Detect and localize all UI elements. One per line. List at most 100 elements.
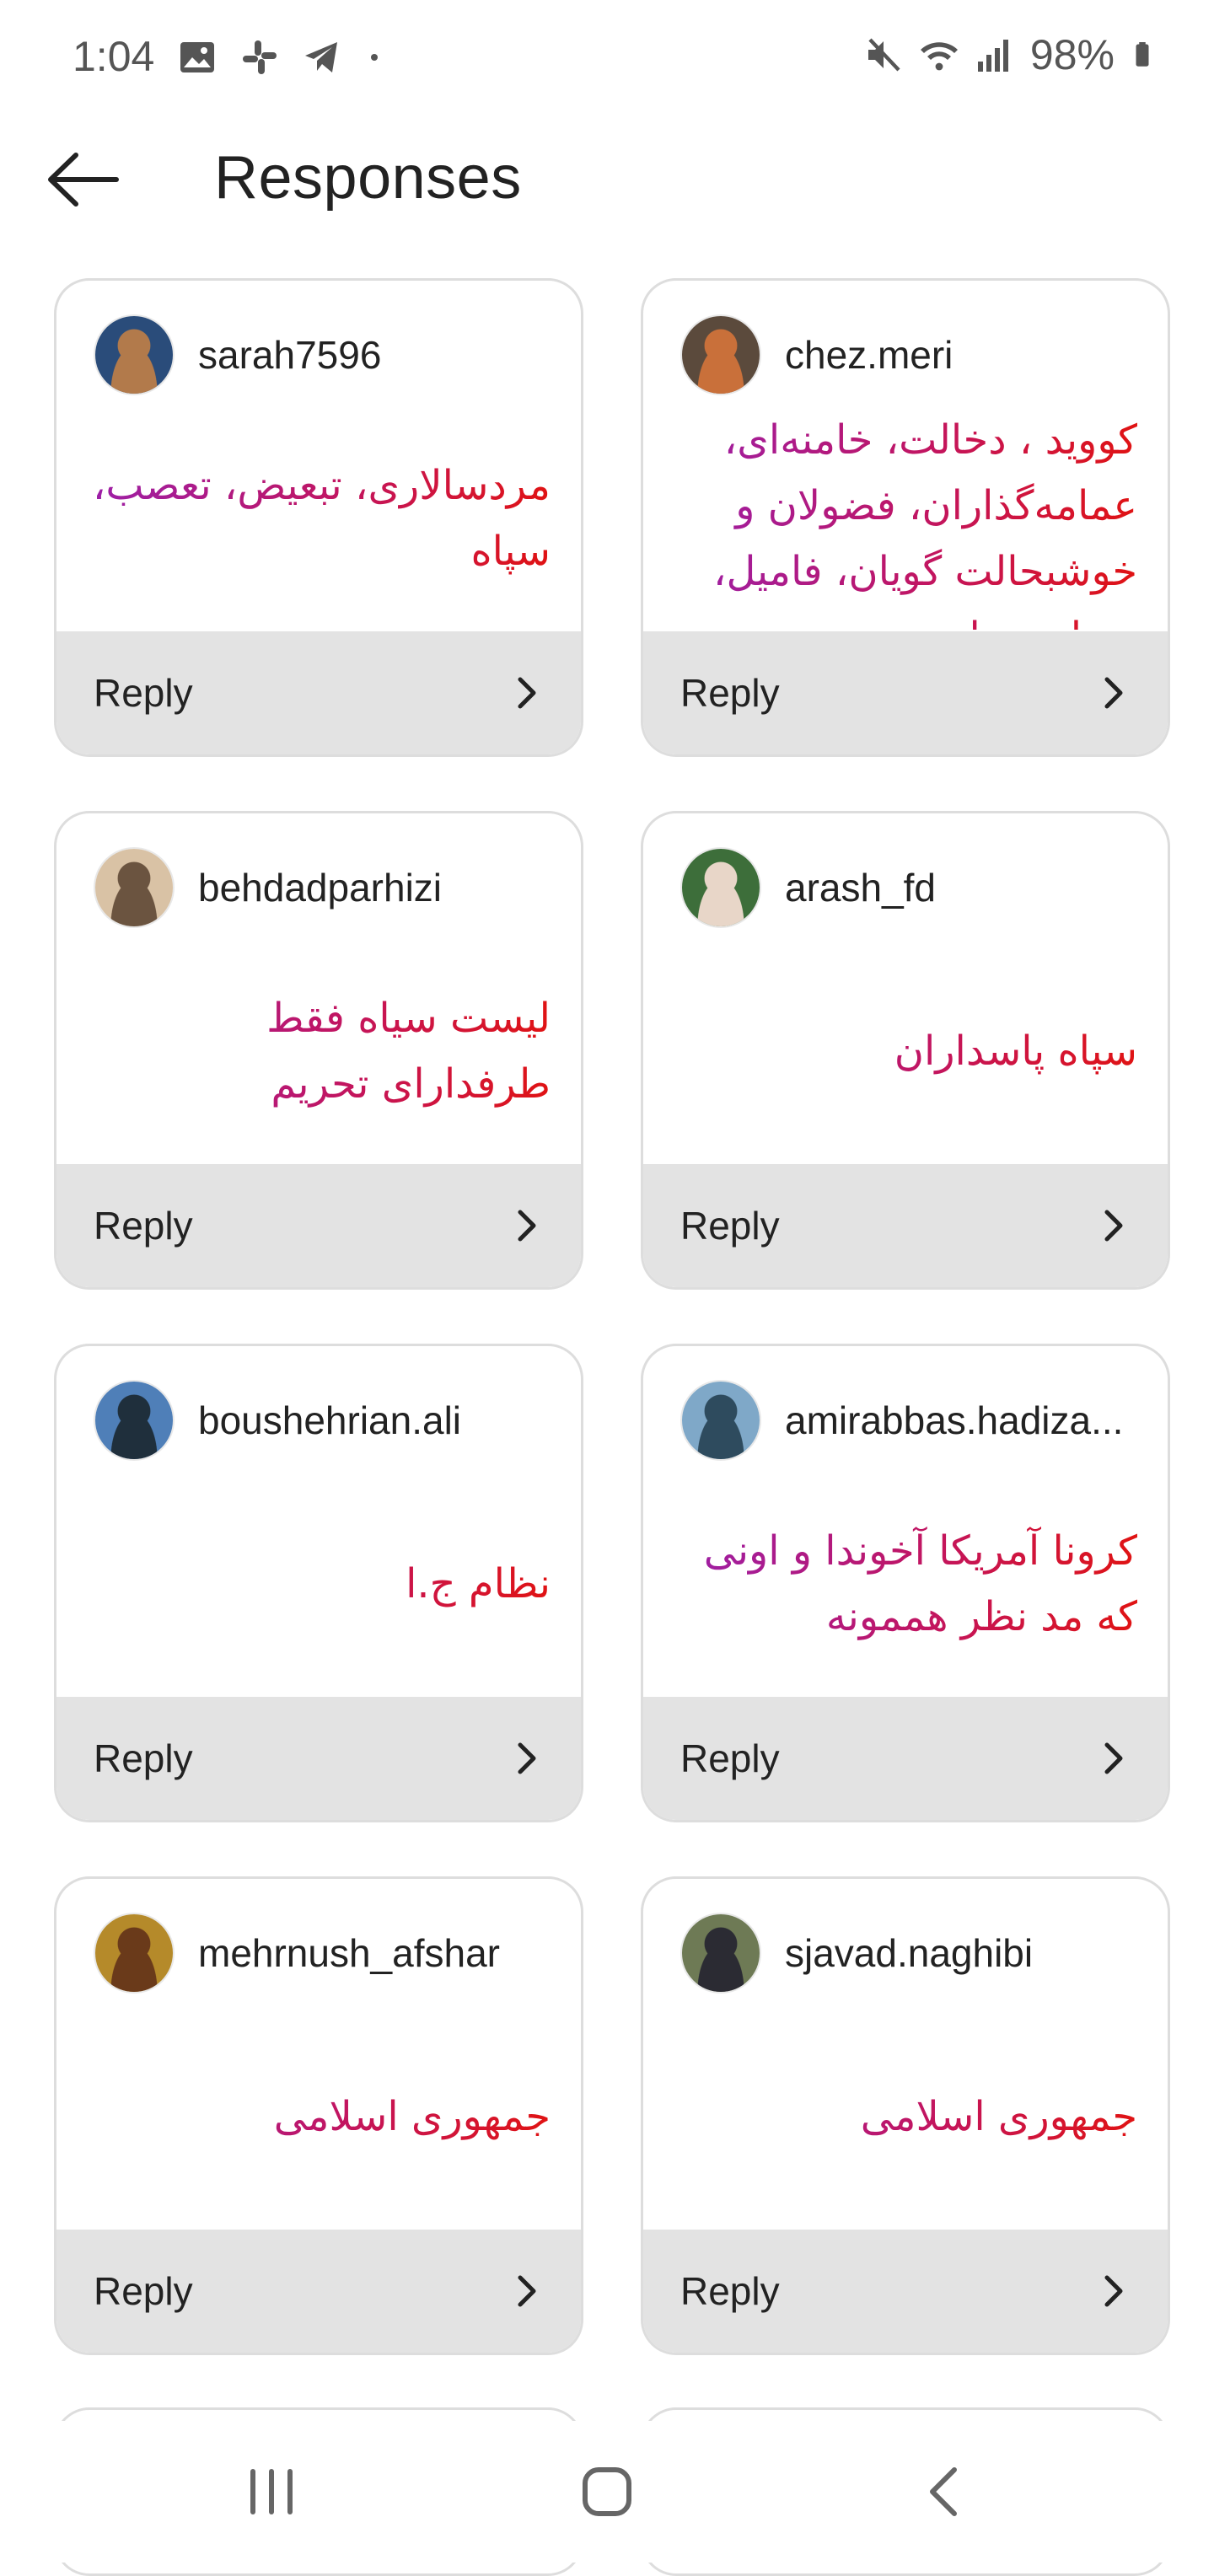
response-text: لیست سیاه فقط طرفدارای تحریم <box>90 985 551 1117</box>
avatar-image <box>682 1382 760 1459</box>
chevron-right-icon <box>1104 677 1123 709</box>
telegram-icon <box>305 42 337 72</box>
reply-button[interactable]: Reply <box>643 2230 1168 2353</box>
reply-button[interactable]: Reply <box>643 1697 1168 1820</box>
chevron-right-icon <box>518 2275 536 2307</box>
system-navigation-bar <box>0 2421 1214 2563</box>
username[interactable]: mehrnush_afshar <box>198 1930 500 1976</box>
response-card[interactable]: chez.meri کووید ، دخالت، خامنه‌ای، عمامه… <box>641 278 1170 757</box>
response-text: سپاه پاسداران <box>677 1018 1137 1084</box>
avatar[interactable] <box>94 847 175 928</box>
username[interactable]: sarah7596 <box>198 332 381 378</box>
wifi-icon <box>920 42 958 71</box>
avatar[interactable] <box>94 1913 175 1994</box>
response-body: جمهوری اسلامی <box>677 2005 1137 2228</box>
status-time: 1:04 <box>73 33 155 80</box>
avatar[interactable] <box>94 1380 175 1461</box>
chevron-right-icon <box>1104 1210 1123 1242</box>
response-text: مردسالاری، تبعیض، تعصب، سپاه <box>90 453 551 584</box>
page-title: Responses <box>214 144 522 212</box>
avatar-image <box>682 1914 760 1992</box>
response-card[interactable]: arash_fd سپاه پاسداران Reply <box>641 811 1170 1290</box>
reply-label: Reply <box>680 1736 780 1780</box>
response-user[interactable]: sjavad.naghibi <box>680 1913 1136 1994</box>
response-body: مردسالاری، تبعیض، تعصب، سپاه <box>90 407 551 630</box>
response-body: سپاه پاسداران <box>677 940 1137 1162</box>
avatar-image <box>95 1914 173 1992</box>
mute-icon <box>868 38 900 72</box>
response-text: نظام ج.ا <box>90 1551 551 1617</box>
response-card[interactable]: amirabbas.hadiza... کرونا آمریکا آخوندا … <box>641 1344 1170 1822</box>
reply-label: Reply <box>94 1736 193 1780</box>
chevron-right-icon <box>518 677 536 709</box>
response-card[interactable]: mehrnush_afshar جمهوری اسلامی Reply <box>54 1876 583 2355</box>
avatar[interactable] <box>680 314 761 395</box>
header: Responses <box>0 126 1214 236</box>
response-body: کووید ، دخالت، خامنه‌ای، عمامه‌گذاران، ف… <box>677 407 1137 630</box>
recents-icon[interactable] <box>238 2458 305 2525</box>
reply-button[interactable]: Reply <box>643 631 1168 754</box>
response-user[interactable]: amirabbas.hadiza... <box>680 1380 1136 1461</box>
responses-grid: sarah7596 مردسالاری، تبعیض، تعصب، سپاه R… <box>54 278 1170 2355</box>
avatar-image <box>95 849 173 926</box>
chevron-right-icon <box>1104 1742 1123 1774</box>
response-card[interactable]: boushehrian.ali نظام ج.ا Reply <box>54 1344 583 1822</box>
avatar-image <box>682 316 760 394</box>
reply-label: Reply <box>680 1204 780 1248</box>
response-user[interactable]: boushehrian.ali <box>94 1380 549 1461</box>
chevron-right-icon <box>518 1742 536 1774</box>
response-card[interactable]: sarah7596 مردسالاری، تبعیض، تعصب، سپاه R… <box>54 278 583 757</box>
response-text: جمهوری اسلامی <box>90 2084 551 2149</box>
chevron-right-icon <box>518 1210 536 1242</box>
username[interactable]: amirabbas.hadiza... <box>785 1398 1123 1443</box>
username[interactable]: behdadparhizi <box>198 865 442 910</box>
image-icon <box>180 42 214 72</box>
avatar[interactable] <box>680 1913 761 1994</box>
response-body: جمهوری اسلامی <box>90 2005 551 2228</box>
reply-label: Reply <box>94 671 193 715</box>
response-user[interactable]: chez.meri <box>680 314 1136 395</box>
reply-label: Reply <box>94 2269 193 2313</box>
reply-label: Reply <box>680 2269 780 2313</box>
avatar-image <box>95 1382 173 1459</box>
avatar[interactable] <box>680 1380 761 1461</box>
dot-icon <box>371 54 378 61</box>
arrow-left-icon[interactable] <box>44 150 120 209</box>
reply-label: Reply <box>680 671 780 715</box>
avatar-image <box>682 849 760 926</box>
reply-button[interactable]: Reply <box>643 1164 1168 1287</box>
response-body: نظام ج.ا <box>90 1473 551 1695</box>
response-card[interactable]: behdadparhizi لیست سیاه فقط طرفدارای تحر… <box>54 811 583 1290</box>
chevron-right-icon <box>1104 2275 1123 2307</box>
avatar[interactable] <box>94 314 175 395</box>
response-text: کووید ، دخالت، خامنه‌ای، عمامه‌گذاران، ف… <box>677 407 1137 630</box>
status-notification-icons <box>177 37 384 78</box>
response-card[interactable]: sjavad.naghibi جمهوری اسلامی Reply <box>641 1876 1170 2355</box>
username[interactable]: arash_fd <box>785 865 936 910</box>
status-system-icons: 98% <box>863 30 1155 79</box>
reply-button[interactable]: Reply <box>56 631 581 754</box>
slack-icon <box>243 40 277 74</box>
response-user[interactable]: sarah7596 <box>94 314 549 395</box>
avatar[interactable] <box>680 847 761 928</box>
response-user[interactable]: arash_fd <box>680 847 1136 928</box>
status-bar: 1:04 98% <box>0 0 1214 118</box>
response-body: کرونا آمریکا آخوندا و اونی که مد نظر همم… <box>677 1473 1137 1695</box>
response-user[interactable]: mehrnush_afshar <box>94 1913 549 1994</box>
reply-label: Reply <box>94 1204 193 1248</box>
signal-icon <box>977 40 1008 72</box>
username[interactable]: sjavad.naghibi <box>785 1930 1033 1976</box>
reply-button[interactable]: Reply <box>56 1164 581 1287</box>
response-text: جمهوری اسلامی <box>677 2084 1137 2149</box>
back-chevron-icon[interactable] <box>910 2458 978 2525</box>
response-user[interactable]: behdadparhizi <box>94 847 549 928</box>
reply-button[interactable]: Reply <box>56 2230 581 2353</box>
response-text: کرونا آمریکا آخوندا و اونی که مد نظر همم… <box>677 1518 1137 1650</box>
reply-button[interactable]: Reply <box>56 1697 581 1820</box>
home-icon[interactable] <box>573 2458 641 2525</box>
avatar-image <box>95 316 173 394</box>
username[interactable]: boushehrian.ali <box>198 1398 461 1443</box>
response-body: لیست سیاه فقط طرفدارای تحریم <box>90 940 551 1162</box>
battery-percentage: 98% <box>1029 31 1115 78</box>
username[interactable]: chez.meri <box>785 332 953 378</box>
